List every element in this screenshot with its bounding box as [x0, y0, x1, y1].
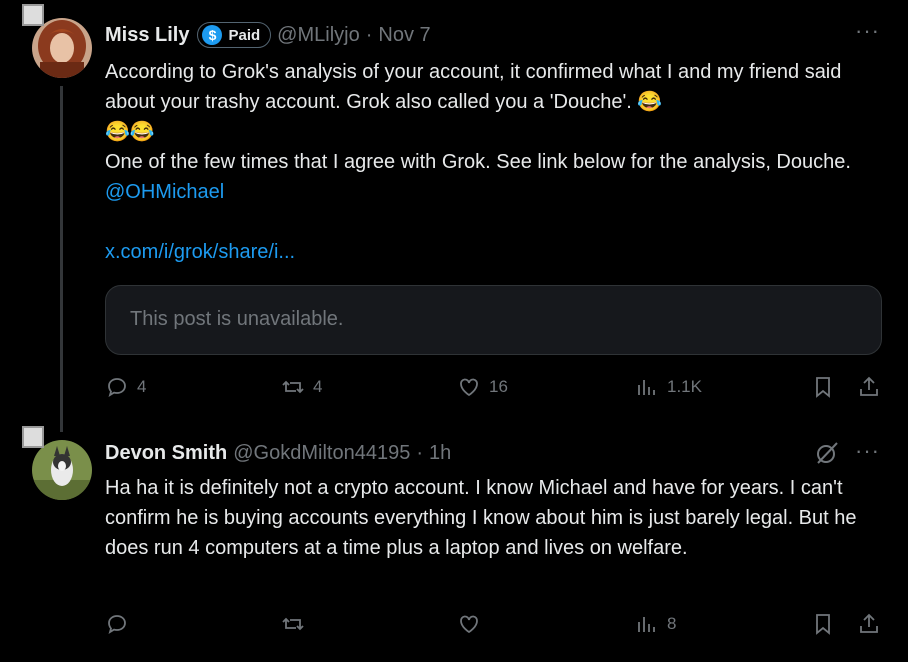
bookmark-button[interactable] [811, 612, 835, 636]
views-button[interactable]: 8 [635, 612, 676, 636]
post-header: Devon Smith @GokdMilton44195 · 1h [105, 442, 451, 465]
reply-count: 4 [137, 377, 147, 396]
avatar-wrap [22, 4, 94, 80]
laughing-emoji: 😂 [129, 121, 155, 143]
share-button[interactable] [857, 375, 881, 399]
paid-badge[interactable]: $ Paid [197, 22, 272, 48]
bookmark-icon [816, 614, 830, 635]
post-time[interactable]: 1h [429, 442, 451, 465]
repost-button[interactable]: 4 [281, 375, 322, 399]
views-button[interactable]: 1.1K [635, 375, 702, 399]
view-count: 8 [667, 614, 677, 633]
bookmark-button[interactable] [811, 375, 835, 399]
like-button[interactable]: 16 [457, 375, 508, 399]
reply-button[interactable]: 4 [105, 375, 146, 399]
more-options-icon[interactable]: ··· [855, 438, 880, 464]
avatar-wrap [22, 426, 94, 502]
analytics-icon [638, 380, 655, 395]
grok-icon[interactable] [814, 440, 840, 471]
select-checkbox[interactable] [22, 4, 44, 26]
post-body: According to Grok's analysis of your acc… [105, 57, 890, 267]
post-miss-lily[interactable]: Miss Lily $ Paid @MLilyjo · Nov 7 ··· Ac… [0, 0, 908, 432]
user-handle[interactable]: @GokdMilton44195 [233, 442, 410, 465]
post-body: Ha ha it is definitely not a crypto acco… [105, 473, 890, 563]
grok-share-link[interactable]: x.com/i/grok/share/i... [105, 241, 295, 263]
view-count: 1.1K [667, 377, 702, 396]
share-icon [860, 376, 878, 396]
action-bar: 8 [105, 612, 885, 642]
separator: · [416, 442, 423, 464]
post-text-2: One of the few times that I agree with G… [105, 151, 851, 173]
mention-link[interactable]: @OHMichael [105, 181, 224, 203]
avatar[interactable] [32, 18, 92, 78]
like-button[interactable] [457, 612, 481, 636]
post-text-1: According to Grok's analysis of your acc… [105, 61, 842, 113]
repost-button[interactable] [281, 612, 305, 636]
reply-icon [108, 378, 126, 397]
thread-line [60, 86, 63, 432]
select-checkbox[interactable] [22, 426, 44, 448]
heart-icon [460, 615, 478, 634]
action-bar: 4 4 16 1.1K [105, 375, 885, 405]
dollar-icon: $ [202, 25, 223, 45]
display-name[interactable]: Devon Smith [105, 442, 227, 465]
laughing-emoji: 😂 [105, 121, 130, 143]
bookmark-icon [816, 377, 830, 398]
analytics-icon [638, 617, 655, 632]
more-options-icon[interactable]: ··· [855, 18, 880, 44]
repost-count: 4 [313, 377, 323, 396]
reply-icon [108, 615, 126, 634]
unavailable-text: This post is unavailable. [130, 308, 344, 330]
reply-button[interactable] [105, 612, 129, 636]
repost-icon [282, 617, 304, 631]
badge-label: Paid [228, 26, 261, 44]
post-text: Ha ha it is definitely not a crypto acco… [105, 477, 857, 559]
quoted-post-unavailable: This post is unavailable. [105, 285, 882, 355]
share-icon [860, 613, 878, 633]
user-handle[interactable]: @MLilyjo [277, 24, 360, 47]
separator: · [365, 23, 373, 46]
laughing-emoji: 😂 [637, 91, 663, 113]
like-count: 16 [489, 377, 508, 396]
display-name[interactable]: Miss Lily [105, 24, 189, 47]
post-header: Miss Lily $ Paid @MLilyjo · Nov 7 [105, 22, 431, 48]
avatar[interactable] [32, 440, 92, 500]
heart-icon [460, 378, 478, 397]
repost-icon [282, 380, 304, 394]
post-date[interactable]: Nov 7 [378, 24, 430, 47]
share-button[interactable] [857, 612, 881, 636]
